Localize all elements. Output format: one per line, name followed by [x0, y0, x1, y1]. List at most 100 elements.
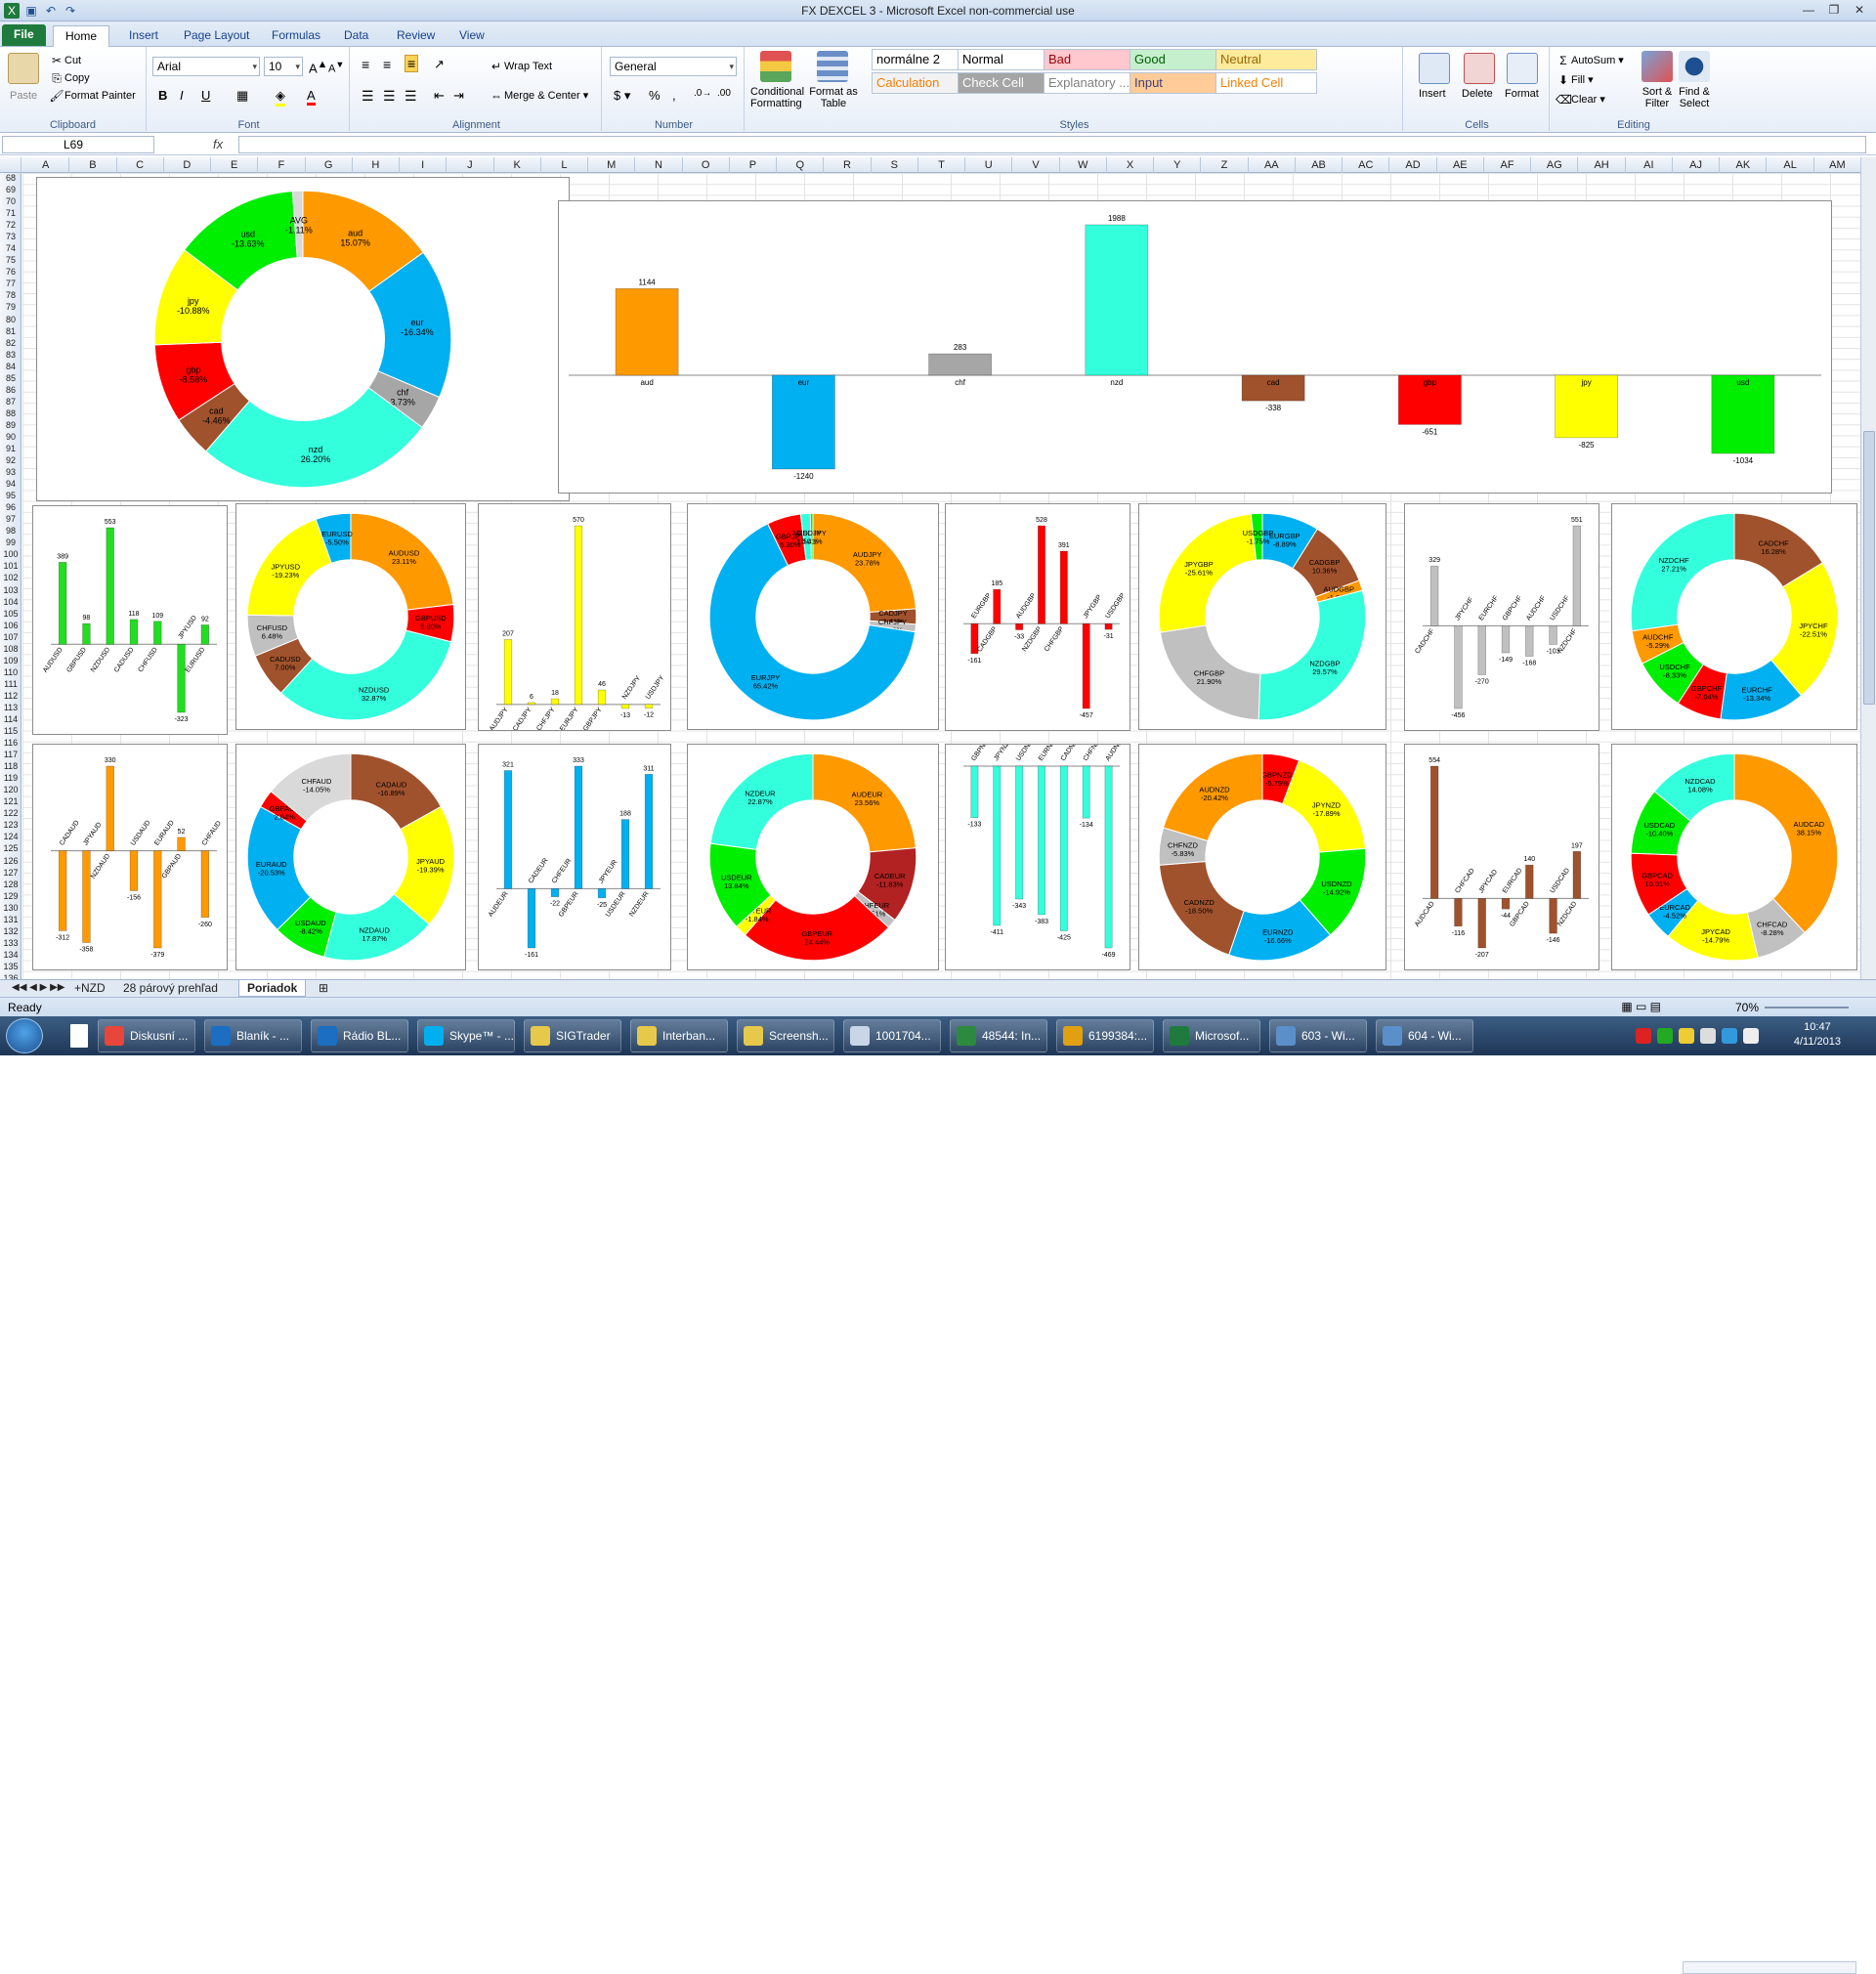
sheet-tab-poriadok[interactable]: Poriadok [238, 980, 307, 997]
taskbar-item[interactable]: Screensh... [737, 1019, 834, 1052]
sheet-tab-28-parovy[interactable]: 28 párový prehľad [115, 980, 226, 997]
format-button[interactable]: Format [1505, 88, 1539, 100]
row-header[interactable]: 97 [0, 514, 21, 526]
column-header[interactable]: H [353, 157, 401, 173]
bar[interactable] [1711, 374, 1775, 454]
fill-color-icon[interactable]: ◈ [276, 88, 285, 107]
column-header[interactable]: W [1060, 157, 1107, 173]
column-header[interactable]: L [541, 157, 589, 173]
grow-font-icon[interactable]: A▲ [309, 59, 327, 75]
taskbar-item[interactable]: 48544: In... [950, 1019, 1047, 1052]
chart-gbp-donut[interactable]: EURGBP-8.89%CADGBP10.36%AUDGBP-1.62%NZDG… [1138, 503, 1386, 730]
row-header[interactable]: 112 [0, 691, 21, 703]
row-header[interactable]: 106 [0, 621, 21, 632]
donut-slice[interactable] [1258, 589, 1367, 721]
decrease-indent-icon[interactable]: ⇤ [434, 88, 445, 104]
column-header[interactable]: AI [1626, 157, 1673, 173]
column-header[interactable]: AF [1484, 157, 1532, 173]
bar[interactable] [644, 773, 654, 889]
sort-filter-button[interactable]: Sort & Filter [1638, 86, 1677, 109]
row-header[interactable]: 110 [0, 667, 21, 679]
find-select-button[interactable]: Find & Select [1675, 86, 1714, 109]
bar[interactable] [82, 622, 91, 645]
row-header[interactable]: 79 [0, 302, 21, 314]
tray-icon-2[interactable] [1657, 1028, 1673, 1044]
taskbar-item[interactable]: Rádio BL... [311, 1019, 408, 1052]
tab-insert[interactable]: Insert [117, 25, 170, 47]
row-header[interactable]: 119 [0, 773, 21, 785]
bar[interactable] [503, 770, 513, 889]
percent-icon[interactable]: % [649, 88, 661, 103]
column-header[interactable]: K [494, 157, 541, 173]
column-header[interactable]: AE [1437, 157, 1484, 173]
column-header[interactable]: AB [1296, 157, 1343, 173]
binoculars-icon[interactable] [1679, 51, 1710, 82]
bar[interactable] [1501, 898, 1511, 910]
copy-button[interactable]: ⎘ Copy [49, 70, 90, 86]
insert-button[interactable]: Insert [1419, 88, 1446, 100]
row-header[interactable]: 92 [0, 455, 21, 467]
column-header[interactable]: AH [1578, 157, 1626, 173]
row-header[interactable]: 73 [0, 232, 21, 243]
column-header[interactable]: G [306, 157, 353, 173]
row-header[interactable]: 121 [0, 796, 21, 808]
row-header[interactable]: 81 [0, 326, 21, 338]
row-header[interactable]: 135 [0, 962, 21, 973]
bar[interactable] [106, 527, 114, 645]
volume-icon[interactable] [1743, 1028, 1759, 1044]
row-header[interactable]: 131 [0, 915, 21, 926]
column-header[interactable]: T [918, 157, 966, 173]
bar[interactable] [1015, 765, 1024, 900]
view-buttons[interactable]: ▦ ▭ ▤ [1621, 1000, 1661, 1013]
bar[interactable] [1104, 765, 1113, 949]
row-header[interactable]: 98 [0, 526, 21, 537]
insert-sheet-icon[interactable]: ⊞ [311, 980, 336, 997]
tray-icon-4[interactable] [1700, 1028, 1716, 1044]
column-header[interactable]: Z [1201, 157, 1249, 173]
formula-input[interactable] [238, 136, 1866, 153]
row-header[interactable]: 124 [0, 832, 21, 843]
sheet-tab-nzd[interactable]: +NZD [66, 980, 113, 997]
wrap-text-button[interactable]: ↵ Wrap Text [489, 59, 552, 74]
number-format-combo[interactable]: General [610, 57, 737, 76]
bar[interactable] [1059, 765, 1068, 931]
row-header[interactable]: 120 [0, 785, 21, 796]
bar[interactable] [1572, 525, 1582, 626]
fill-button[interactable]: ⬇ Fill ▾ [1556, 72, 1594, 88]
bar[interactable] [1038, 525, 1045, 624]
bar[interactable] [1082, 622, 1090, 709]
bar[interactable] [970, 765, 979, 819]
align-bottom-icon[interactable]: ≡ [405, 55, 419, 72]
document-icon[interactable] [70, 1024, 88, 1048]
row-header[interactable]: 70 [0, 196, 21, 208]
delete-button[interactable]: Delete [1462, 88, 1493, 100]
row-header[interactable]: 127 [0, 868, 21, 880]
align-center-icon[interactable]: ☰ [383, 88, 396, 105]
row-header[interactable]: 90 [0, 432, 21, 444]
chart-jpy-bar[interactable]: 207 AUDJPY 6 CADJPY 18 CHFJPY 570 EURJPY 46 GBPJP… [478, 503, 671, 731]
column-header[interactable]: N [635, 157, 683, 173]
row-header[interactable]: 123 [0, 820, 21, 832]
column-header[interactable]: J [447, 157, 494, 173]
tray-icon-3[interactable] [1679, 1028, 1694, 1044]
row-header[interactable]: 95 [0, 491, 21, 502]
bar[interactable] [527, 888, 536, 949]
borders-icon[interactable]: ▦ [236, 88, 248, 104]
column-header[interactable]: M [588, 157, 636, 173]
column-header[interactable]: A [22, 157, 70, 173]
column-header[interactable]: Q [777, 157, 825, 173]
bar[interactable] [58, 562, 67, 645]
donut-slice[interactable] [1733, 752, 1839, 934]
row-header[interactable]: 74 [0, 243, 21, 255]
bar[interactable] [993, 765, 1002, 926]
merge-center-button[interactable]: ⇔ Merge & Center ▾ [489, 88, 588, 104]
taskbar-item[interactable]: Microsof... [1163, 1019, 1260, 1052]
bar[interactable] [153, 621, 162, 645]
column-header[interactable]: D [164, 157, 212, 173]
bar[interactable] [1104, 622, 1113, 630]
taskbar-item[interactable]: 604 - Wi... [1376, 1019, 1473, 1052]
row-header[interactable]: 125 [0, 843, 21, 855]
font-size-combo[interactable]: 10 [264, 57, 303, 76]
row-header[interactable]: 99 [0, 537, 21, 549]
chart-usd-bar[interactable]: 389 AUDUSD 98 GBPUSD 553 NZDUSD 118 CADUSD 109 CH… [32, 505, 228, 735]
